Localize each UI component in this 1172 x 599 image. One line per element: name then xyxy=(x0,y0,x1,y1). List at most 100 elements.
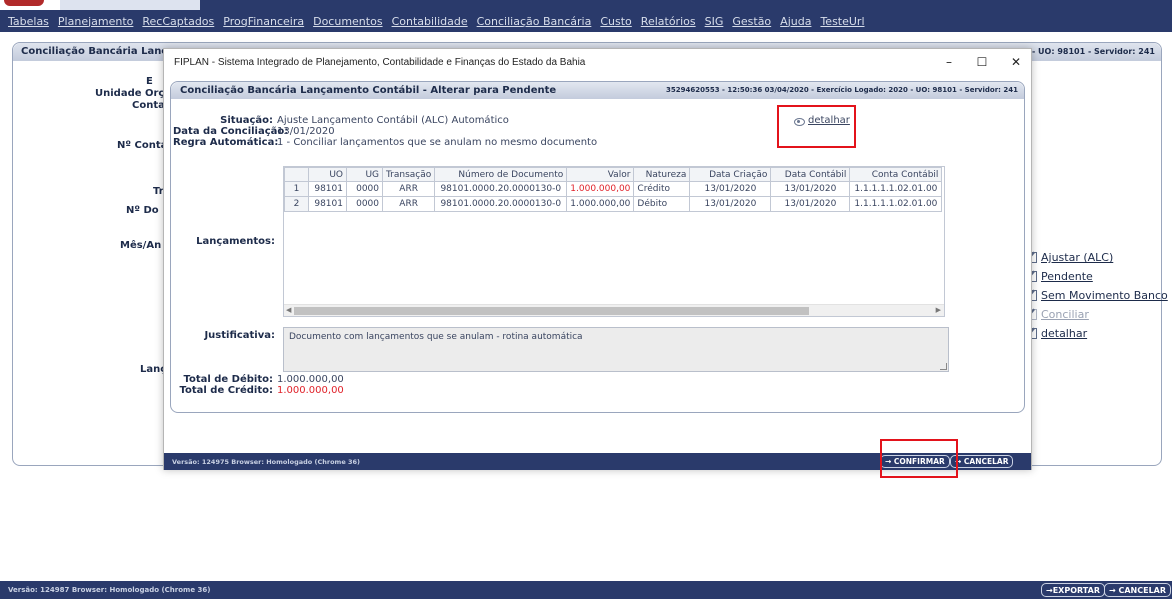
cell-ug: 0000 xyxy=(346,196,383,212)
col-data-criacao[interactable]: Data Criação xyxy=(689,167,772,182)
menu-planejamento[interactable]: Planejamento xyxy=(58,15,133,28)
menu-conciliacao-bancaria[interactable]: Conciliação Bancária xyxy=(477,15,592,28)
cell-uo: 98101 xyxy=(308,196,347,212)
table-row[interactable]: 1 98101 0000 ARR 98101.0000.20.0000130-0… xyxy=(284,181,943,197)
sem-movimento-banco-label: Sem Movimento Banco xyxy=(1041,289,1168,302)
banner-bar xyxy=(200,0,1172,10)
lancamentos-label: Lançamentos: xyxy=(196,236,275,247)
maximize-icon[interactable]: ☐ xyxy=(970,53,994,71)
window-title: FIPLAN - Sistema Integrado de Planejamen… xyxy=(174,57,586,68)
bg-label-ndo: Nº Do xyxy=(126,205,159,216)
bg-label-mesano: Mês/An xyxy=(120,240,162,251)
menu-contabilidade[interactable]: Contabilidade xyxy=(392,15,468,28)
detalhar-label: detalhar xyxy=(808,115,850,126)
row-number: 1 xyxy=(284,181,309,197)
col-ug[interactable]: UG xyxy=(346,167,383,182)
cell-data-contabil: 13/01/2020 xyxy=(770,196,851,212)
bottom-status-bar: Versão: 124987 Browser: Homologado (Chro… xyxy=(0,581,1172,599)
menu-custo[interactable]: Custo xyxy=(600,15,631,28)
background-actions: Ajustar (ALC) Pendente Sem Movimento Ban… xyxy=(1026,248,1168,343)
resize-grip-icon[interactable] xyxy=(940,363,947,370)
cell-data-contabil: 13/01/2020 xyxy=(770,181,851,197)
justificativa-text: Documento com lançamentos que se anulam … xyxy=(289,332,583,342)
version-info: Versão: 124987 Browser: Homologado (Chro… xyxy=(8,586,211,594)
scroll-right-icon[interactable]: ▶ xyxy=(936,306,941,314)
close-icon[interactable]: ✕ xyxy=(1004,53,1028,71)
cell-valor: 1.000.000,00 xyxy=(566,181,635,197)
total-credito-value: 1.000.000,00 xyxy=(277,385,344,396)
cell-natureza: Débito xyxy=(633,196,691,212)
menu-gestao[interactable]: Gestão xyxy=(732,15,771,28)
panel-header: Conciliação Bancária Lançamento Contábil… xyxy=(171,82,1024,99)
bg-label-conta: Conta xyxy=(132,100,165,111)
background-page-title: Conciliação Bancária Lançam xyxy=(21,46,185,57)
exportar-button[interactable]: →EXPORTAR xyxy=(1041,583,1105,597)
pendente-label: Pendente xyxy=(1041,270,1093,283)
table-row[interactable]: 2 98101 0000 ARR 98101.0000.20.0000130-0… xyxy=(284,196,943,212)
pendente-link[interactable]: Pendente xyxy=(1026,267,1168,286)
menu-testeurl[interactable]: TesteUrl xyxy=(820,15,864,28)
horizontal-scrollbar[interactable]: ◀ ▶ xyxy=(284,304,944,316)
menu-documentos[interactable]: Documentos xyxy=(313,15,382,28)
lancamentos-grid: UO UG Transação Número de Documento Valo… xyxy=(283,166,945,317)
detalhar-link[interactable]: detalhar xyxy=(794,115,850,126)
banner-decoration xyxy=(60,0,210,10)
cell-transacao: ARR xyxy=(381,181,436,197)
main-menubar: Tabelas Planejamento RecCaptados ProgFin… xyxy=(0,10,1172,32)
col-transacao[interactable]: Transação xyxy=(381,167,436,182)
col-rownum xyxy=(284,167,309,182)
panel-title: Conciliação Bancária Lançamento Contábil… xyxy=(180,85,557,96)
col-valor[interactable]: Valor xyxy=(566,167,635,182)
conciliar-label: Conciliar xyxy=(1041,308,1089,321)
regra-automatica-value: 1 - Conciliar lançamentos que se anulam … xyxy=(277,137,598,148)
situacao-row: Situação: Ajuste Lançamento Contábil (ALC… xyxy=(173,115,509,126)
cell-valor: 1.000.000,00 xyxy=(566,196,635,212)
cell-data-criacao: 13/01/2020 xyxy=(689,196,772,212)
menu-sig[interactable]: SIG xyxy=(705,15,724,28)
bg-label-e: E xyxy=(146,76,153,87)
lancamentos-table: UO UG Transação Número de Documento Valo… xyxy=(284,167,943,212)
detalhar-link-background[interactable]: detalhar xyxy=(1026,324,1168,343)
col-conta-contabil[interactable]: Conta Contábil xyxy=(849,167,943,182)
menu-ajuda[interactable]: Ajuda xyxy=(780,15,811,28)
menu-tabelas[interactable]: Tabelas xyxy=(8,15,49,28)
col-uo[interactable]: UO xyxy=(308,167,347,182)
detalhar-highlight: detalhar xyxy=(777,105,856,148)
col-numero-documento[interactable]: Número de Documento xyxy=(434,167,568,182)
data-conciliacao-label: Data da Conciliação: xyxy=(173,126,289,137)
cell-numero-documento: 98101.0000.20.0000130-0 xyxy=(434,181,568,197)
total-debito-row: Total de Débito: 1.000.000,00 xyxy=(173,374,343,385)
ajustar-alc-link[interactable]: Ajustar (ALC) xyxy=(1026,248,1168,267)
ajustar-alc-label: Ajustar (ALC) xyxy=(1041,251,1114,264)
regra-automatica-row: Regra Automática:1 - Conciliar lançament… xyxy=(173,137,597,148)
panel-session-info: 35294620553 - 12:50:36 03/04/2020 - Exer… xyxy=(666,86,1018,94)
cancelar-button[interactable]: → CANCELAR xyxy=(950,455,1014,468)
lancamentos-row: Lançamentos: xyxy=(175,236,275,247)
cell-conta-contabil: 1.1.1.1.1.02.01.00 xyxy=(849,196,943,212)
menu-reccaptados[interactable]: RecCaptados xyxy=(142,15,214,28)
minimize-icon[interactable]: – xyxy=(937,53,961,71)
scrollbar-thumb[interactable] xyxy=(294,307,809,315)
detalhar-label: detalhar xyxy=(1041,327,1088,340)
sem-movimento-banco-link[interactable]: Sem Movimento Banco xyxy=(1026,286,1168,305)
menu-relatorios[interactable]: Relatórios xyxy=(641,15,696,28)
situacao-value: Ajuste Lançamento Contábil (ALC) Automát… xyxy=(277,115,509,126)
regra-automatica-label: Regra Automática: xyxy=(173,137,279,148)
scroll-left-icon[interactable]: ◀ xyxy=(286,306,291,314)
top-banner xyxy=(0,0,1172,10)
total-credito-row: Total de Crédito: 1.000.000,00 xyxy=(173,385,344,396)
cell-natureza: Crédito xyxy=(633,181,691,197)
row-number: 2 xyxy=(284,196,309,212)
modal-window: FIPLAN - Sistema Integrado de Planejamen… xyxy=(163,48,1032,470)
menu-progfinanceira[interactable]: ProgFinanceira xyxy=(223,15,304,28)
cancelar-button-background[interactable]: → CANCELAR xyxy=(1104,583,1172,597)
fiplan-logo xyxy=(4,0,44,6)
justificativa-label: Justificativa: xyxy=(204,330,275,341)
window-titlebar: FIPLAN - Sistema Integrado de Planejamen… xyxy=(164,49,1031,75)
eye-icon xyxy=(794,116,805,126)
justificativa-textarea[interactable]: Documento com lançamentos que se anulam … xyxy=(283,327,949,372)
data-conciliacao-row: Data da Conciliação:13/01/2020 xyxy=(173,126,335,137)
justificativa-row: Justificativa: xyxy=(175,330,275,341)
col-data-contabil[interactable]: Data Contábil xyxy=(770,167,851,182)
col-natureza[interactable]: Natureza xyxy=(633,167,691,182)
